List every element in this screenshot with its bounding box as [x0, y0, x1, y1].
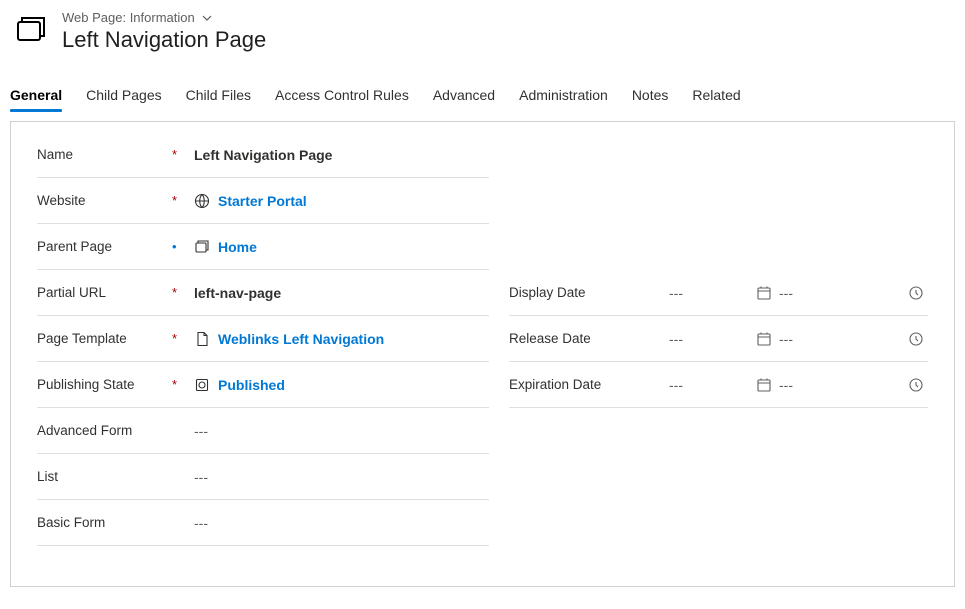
- field-label: Expiration Date: [509, 377, 669, 392]
- tab-strip: General Child Pages Child Files Access C…: [10, 81, 955, 111]
- breadcrumb-text: Web Page: Information: [62, 10, 195, 25]
- tab-related[interactable]: Related: [692, 81, 740, 111]
- tab-notes[interactable]: Notes: [632, 81, 669, 111]
- date-value[interactable]: ---: [669, 285, 749, 301]
- clock-icon[interactable]: [908, 331, 928, 347]
- lookup-link[interactable]: Starter Portal: [218, 193, 307, 209]
- form-panel: Name * Left Navigation Page Website * St…: [10, 121, 955, 587]
- field-name[interactable]: Name * Left Navigation Page: [37, 132, 489, 178]
- tab-general[interactable]: General: [10, 81, 62, 111]
- record-type-selector[interactable]: Web Page: Information: [62, 10, 266, 25]
- form-header: Web Page: Information Left Navigation Pa…: [10, 10, 955, 67]
- time-value[interactable]: ---: [779, 377, 869, 393]
- field-page-template[interactable]: Page Template * Weblinks Left Navigation: [37, 316, 489, 362]
- template-icon: [194, 331, 210, 347]
- clock-icon[interactable]: [908, 285, 928, 301]
- field-expiration-date[interactable]: Expiration Date --- ---: [509, 362, 928, 408]
- field-advanced-form[interactable]: Advanced Form ---: [37, 408, 489, 454]
- state-icon: [194, 377, 210, 393]
- field-value[interactable]: Left Navigation Page: [194, 147, 489, 163]
- calendar-icon[interactable]: [749, 377, 779, 393]
- field-list[interactable]: List ---: [37, 454, 489, 500]
- field-value[interactable]: ---: [194, 469, 489, 485]
- field-display-date[interactable]: Display Date --- ---: [509, 270, 928, 316]
- entity-icon: [12, 10, 48, 46]
- field-value[interactable]: Starter Portal: [194, 193, 489, 209]
- field-partial-url[interactable]: Partial URL * left-nav-page: [37, 270, 489, 316]
- field-value[interactable]: Published: [194, 377, 489, 393]
- field-value[interactable]: left-nav-page: [194, 285, 489, 301]
- required-indicator: *: [172, 193, 194, 208]
- page-title: Left Navigation Page: [62, 27, 266, 53]
- tab-advanced[interactable]: Advanced: [433, 81, 495, 111]
- field-release-date[interactable]: Release Date --- ---: [509, 316, 928, 362]
- field-value[interactable]: Home: [194, 239, 489, 255]
- chevron-down-icon: [201, 12, 213, 24]
- time-value[interactable]: ---: [779, 331, 869, 347]
- lookup-link[interactable]: Published: [218, 377, 285, 393]
- required-indicator: *: [172, 331, 194, 346]
- tab-administration[interactable]: Administration: [519, 81, 608, 111]
- field-label: Advanced Form: [37, 423, 172, 438]
- page-icon: [194, 239, 210, 255]
- tab-child-files[interactable]: Child Files: [186, 81, 251, 111]
- clock-icon[interactable]: [908, 377, 928, 393]
- field-label: Name: [37, 147, 172, 162]
- field-label: Display Date: [509, 285, 669, 300]
- field-label: Basic Form: [37, 515, 172, 530]
- calendar-icon[interactable]: [749, 285, 779, 301]
- field-value[interactable]: ---: [194, 515, 489, 531]
- form-left-column: Name * Left Navigation Page Website * St…: [37, 132, 489, 546]
- field-website[interactable]: Website * Starter Portal: [37, 178, 489, 224]
- field-publishing-state[interactable]: Publishing State * Published: [37, 362, 489, 408]
- lookup-link[interactable]: Home: [218, 239, 257, 255]
- globe-icon: [194, 193, 210, 209]
- field-label: Publishing State: [37, 377, 172, 392]
- time-value[interactable]: ---: [779, 285, 869, 301]
- form-right-column: Display Date --- --- Release Date ---: [509, 132, 928, 546]
- field-label: Parent Page: [37, 239, 172, 254]
- field-value[interactable]: Weblinks Left Navigation: [194, 331, 489, 347]
- recommended-indicator: •: [172, 239, 194, 254]
- date-value[interactable]: ---: [669, 377, 749, 393]
- field-basic-form[interactable]: Basic Form ---: [37, 500, 489, 546]
- field-parent-page[interactable]: Parent Page • Home: [37, 224, 489, 270]
- tab-child-pages[interactable]: Child Pages: [86, 81, 162, 111]
- calendar-icon[interactable]: [749, 331, 779, 347]
- required-indicator: *: [172, 285, 194, 300]
- required-indicator: *: [172, 147, 194, 162]
- field-label: Page Template: [37, 331, 172, 346]
- lookup-link[interactable]: Weblinks Left Navigation: [218, 331, 384, 347]
- field-label: Website: [37, 193, 172, 208]
- field-label: Partial URL: [37, 285, 172, 300]
- date-value[interactable]: ---: [669, 331, 749, 347]
- field-label: List: [37, 469, 172, 484]
- field-value[interactable]: ---: [194, 423, 489, 439]
- required-indicator: *: [172, 377, 194, 392]
- field-label: Release Date: [509, 331, 669, 346]
- tab-access-control-rules[interactable]: Access Control Rules: [275, 81, 409, 111]
